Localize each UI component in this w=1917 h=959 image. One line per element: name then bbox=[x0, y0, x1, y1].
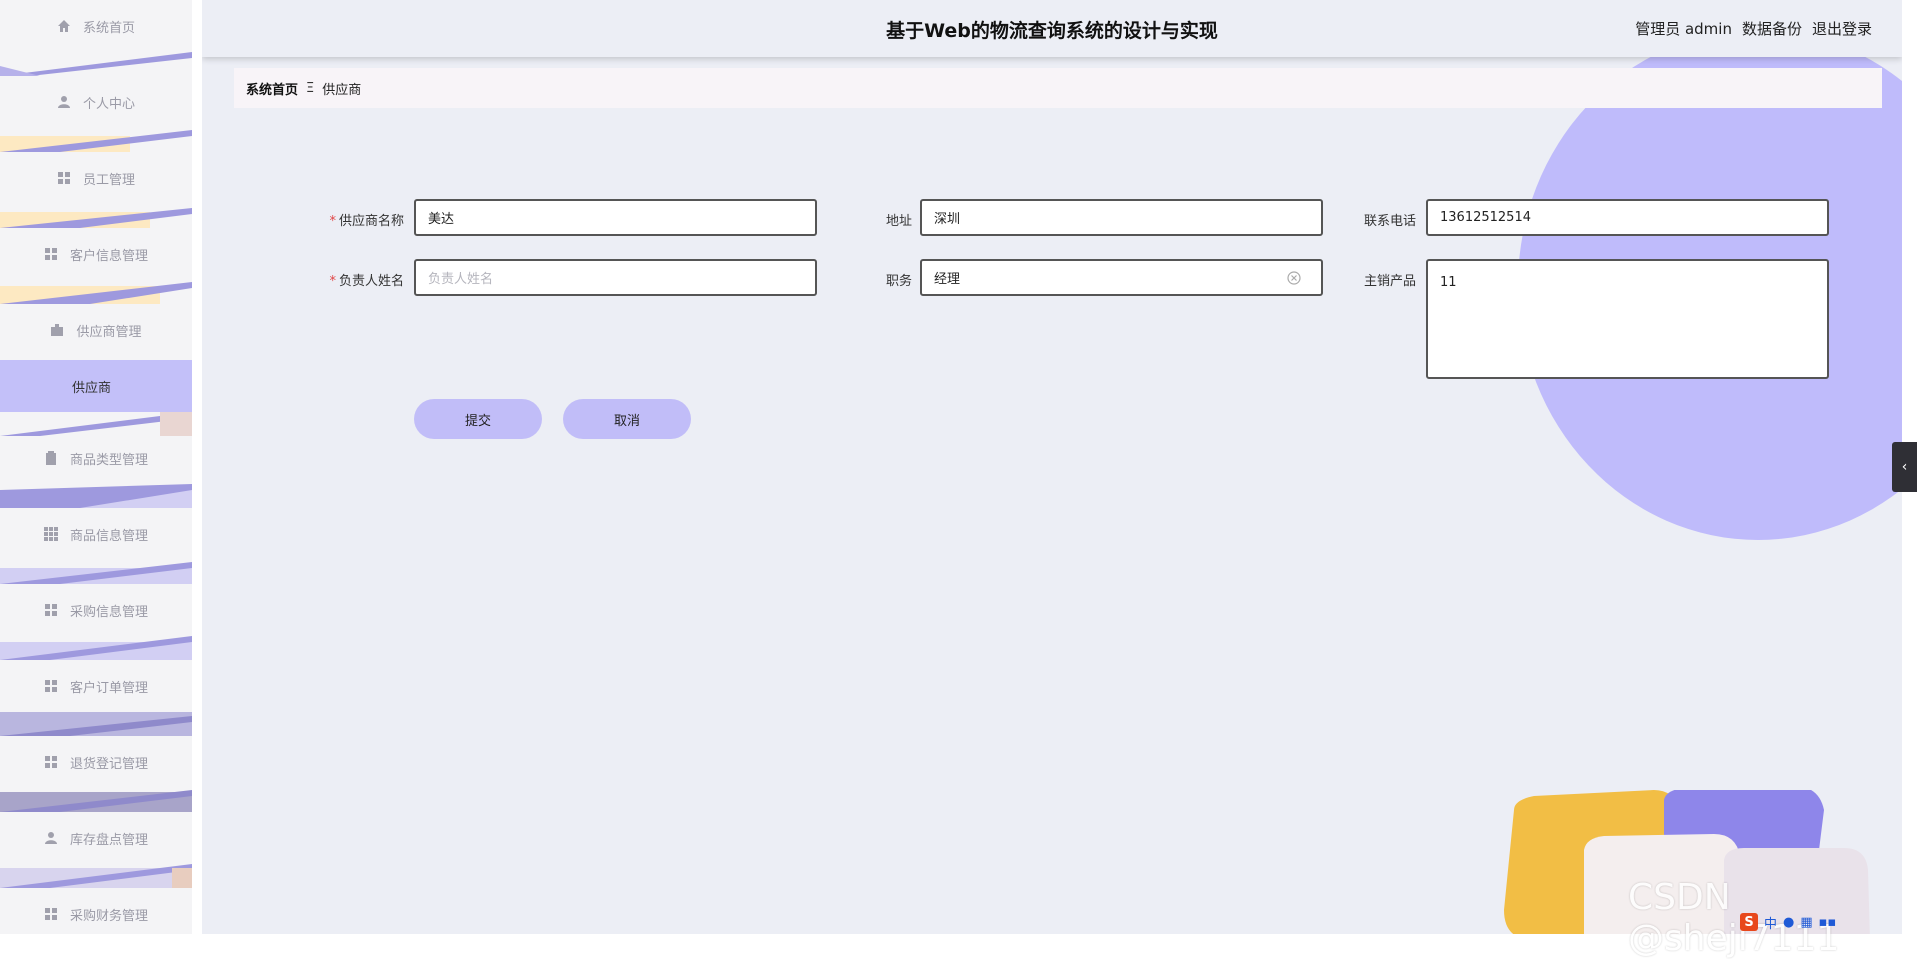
sidebar-item-products[interactable]: 商品信息管理 bbox=[0, 508, 192, 560]
grid-icon bbox=[44, 679, 58, 693]
contact-name-input[interactable]: 负责人姓名 bbox=[414, 259, 817, 296]
sidebar-divider bbox=[0, 128, 192, 152]
language-indicator[interactable]: 中 bbox=[1764, 913, 1777, 932]
cancel-button[interactable]: 取消 bbox=[563, 399, 691, 439]
sidebar-item-label: 商品信息管理 bbox=[69, 528, 148, 544]
keyboard-icon[interactable]: ▦ bbox=[1800, 915, 1812, 930]
sidebar-item-label: 商品类型管理 bbox=[69, 452, 148, 468]
system-tray: S 中 ● ▦ ▪▪ bbox=[1740, 912, 1836, 932]
briefcase-icon bbox=[50, 323, 64, 337]
phone-label: 联系电话 bbox=[1363, 214, 1416, 229]
sidebar-divider bbox=[0, 788, 192, 812]
grid-icon bbox=[44, 907, 58, 921]
header-actions: 管理员 admin 数据备份 退出登录 bbox=[1635, 18, 1872, 39]
contact-name-label: * 负责人姓名 bbox=[329, 274, 404, 289]
sidebar-item-label: 采购财务管理 bbox=[69, 908, 148, 924]
sidebar-subitem-supplier[interactable]: 供应商 bbox=[0, 360, 192, 412]
grid-icon bbox=[44, 247, 58, 261]
logout-link[interactable]: 退出登录 bbox=[1812, 18, 1872, 39]
sidebar-divider bbox=[0, 204, 192, 228]
sidebar-divider bbox=[0, 484, 192, 508]
collapse-panel-button[interactable]: ‹ bbox=[1892, 442, 1917, 492]
sidebar: 系统首页 个人中心 员工管理 客户信息管理 供应商管理 供应商 商品类型管理 商… bbox=[0, 0, 192, 934]
main-content: 基于Web的物流查询系统的设计与实现 管理员 admin 数据备份 退出登录 系… bbox=[202, 0, 1902, 934]
sidebar-item-supplier-mgmt[interactable]: 供应商管理 bbox=[0, 304, 192, 356]
sidebar-divider bbox=[0, 280, 192, 304]
sidebar-item-label: 客户信息管理 bbox=[69, 248, 148, 264]
clipboard-icon bbox=[44, 451, 58, 465]
supplier-name-input[interactable]: 美达 bbox=[414, 199, 817, 236]
sidebar-item-orders[interactable]: 客户订单管理 bbox=[0, 660, 192, 712]
breadcrumb-home[interactable]: 系统首页 bbox=[246, 79, 298, 98]
sidebar-item-label: 员工管理 bbox=[82, 172, 135, 188]
breadcrumb-current: 供应商 bbox=[322, 82, 362, 98]
required-mark: * bbox=[329, 274, 336, 289]
apps-icon[interactable]: ▪▪ bbox=[1819, 915, 1837, 930]
chevron-left-icon: ‹ bbox=[1901, 459, 1908, 475]
position-label: 职务 bbox=[885, 274, 912, 289]
sidebar-item-product-types[interactable]: 商品类型管理 bbox=[0, 432, 192, 484]
breadcrumb-separator: Ξ bbox=[306, 80, 315, 96]
grid-icon bbox=[44, 603, 58, 617]
sidebar-item-staff[interactable]: 员工管理 bbox=[0, 152, 192, 204]
clear-icon[interactable] bbox=[1287, 271, 1301, 285]
sidebar-item-profile[interactable]: 个人中心 bbox=[0, 76, 192, 128]
user-icon bbox=[57, 95, 71, 109]
grid9-icon bbox=[43, 527, 58, 541]
products-label: 主销产品 bbox=[1363, 274, 1416, 289]
sidebar-item-label: 个人中心 bbox=[82, 96, 135, 112]
sidebar-item-home[interactable]: 系统首页 bbox=[0, 0, 192, 52]
sidebar-item-label: 退货登记管理 bbox=[69, 756, 148, 772]
top-navbar: 基于Web的物流查询系统的设计与实现 管理员 admin 数据备份 退出登录 bbox=[202, 0, 1902, 57]
sidebar-item-label: 客户订单管理 bbox=[69, 680, 148, 696]
sidebar-item-inventory[interactable]: 库存盘点管理 bbox=[0, 812, 192, 864]
ime-icon[interactable]: S bbox=[1740, 913, 1758, 931]
position-input[interactable]: 经理 bbox=[920, 259, 1323, 296]
address-label: 地址 bbox=[885, 214, 912, 229]
sidebar-item-label: 供应商管理 bbox=[76, 324, 142, 340]
supplier-name-label: * 供应商名称 bbox=[329, 214, 404, 229]
grid-icon bbox=[44, 755, 58, 769]
sidebar-divider bbox=[0, 636, 192, 660]
home-icon bbox=[57, 19, 71, 33]
sidebar-divider bbox=[0, 560, 192, 584]
sidebar-divider bbox=[0, 712, 192, 736]
sidebar-divider bbox=[0, 52, 192, 76]
current-user-label: 管理员 admin bbox=[1635, 20, 1732, 38]
submit-button[interactable]: 提交 bbox=[414, 399, 542, 439]
mic-icon[interactable]: ● bbox=[1783, 915, 1794, 930]
phone-input[interactable]: 13612512514 bbox=[1426, 199, 1829, 236]
sidebar-item-returns[interactable]: 退货登记管理 bbox=[0, 736, 192, 788]
data-backup-link[interactable]: 数据备份 bbox=[1742, 18, 1802, 39]
sidebar-divider bbox=[0, 864, 192, 888]
sidebar-item-purchasing[interactable]: 采购信息管理 bbox=[0, 584, 192, 636]
address-input[interactable]: 深圳 bbox=[920, 199, 1323, 236]
sidebar-item-label: 库存盘点管理 bbox=[69, 832, 148, 848]
main-products-textarea[interactable]: 11 bbox=[1426, 259, 1829, 379]
sidebar-item-label: 供应商 bbox=[72, 380, 112, 396]
sidebar-item-label: 采购信息管理 bbox=[69, 604, 148, 620]
required-mark: * bbox=[329, 214, 336, 229]
sidebar-item-label: 系统首页 bbox=[82, 20, 135, 36]
sidebar-item-customers[interactable]: 客户信息管理 bbox=[0, 228, 192, 280]
user-icon bbox=[44, 831, 58, 845]
breadcrumb: 系统首页 Ξ 供应商 bbox=[234, 68, 1882, 108]
grid-icon bbox=[57, 171, 71, 185]
sidebar-item-finance[interactable]: 采购财务管理 bbox=[0, 888, 192, 934]
